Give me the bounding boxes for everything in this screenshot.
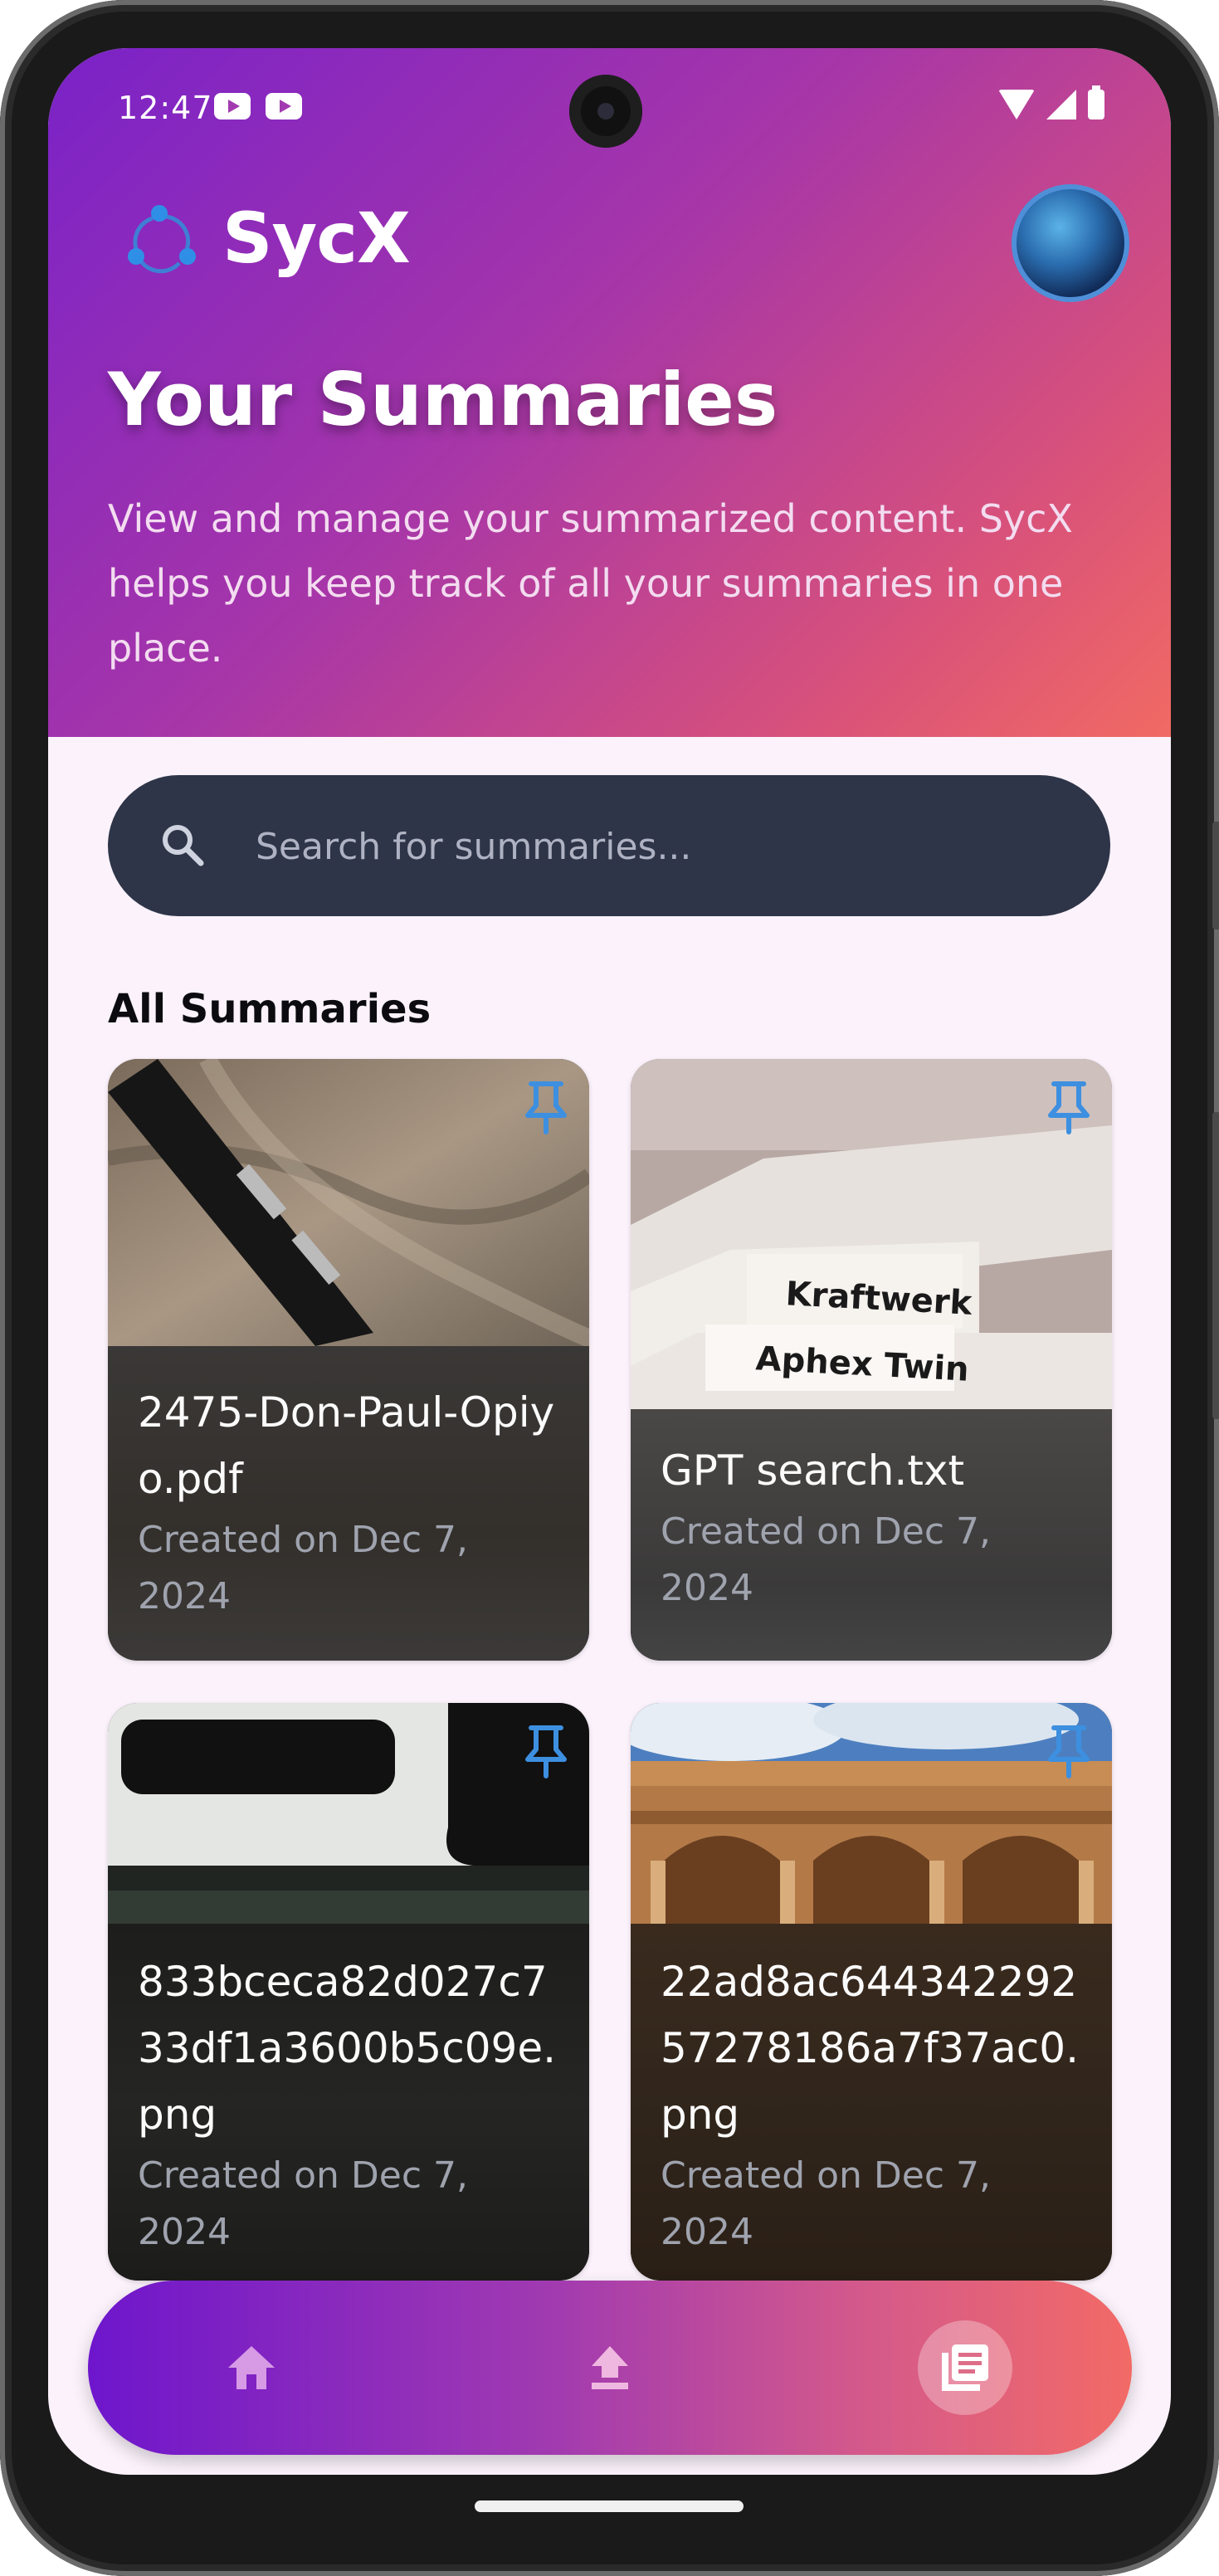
file-folders-image: Kraftwerk Aphex Twin [631, 1059, 1112, 1409]
wifi-icon [998, 90, 1035, 120]
summary-card[interactable]: Kraftwerk Aphex Twin GPT search.txt Crea… [631, 1059, 1112, 1661]
summary-card[interactable]: 2475-Don-Paul-Opiyo.pdf Created on Dec 7… [108, 1059, 589, 1661]
fountain-pen-image [108, 1059, 589, 1346]
pin-icon[interactable] [1047, 1725, 1090, 1779]
home-indicator[interactable] [475, 2500, 744, 2512]
home-icon [228, 2346, 275, 2389]
summary-date: Created on Dec 7, 2024 [138, 2154, 469, 2253]
page-description: View and manage your summarized content.… [108, 496, 1073, 671]
youtube-notification-icon [214, 93, 251, 120]
app-logo: SycX [121, 198, 411, 279]
upload-icon [592, 2346, 628, 2389]
pin-icon[interactable] [524, 1725, 568, 1779]
bottom-navigation [88, 2281, 1132, 2455]
summary-title: 2475-Don-Paul-Opiyo.pdf [138, 1388, 555, 1503]
volume-button [1212, 822, 1219, 929]
summaries-icon [942, 2344, 988, 2391]
search-icon [163, 825, 204, 866]
screen: 12:47 SycX Your Summaries View and manag… [48, 48, 1171, 2475]
youtube-notification-icon [266, 93, 302, 120]
summary-title: 833bceca82d027c733df1a3600b5c09e.png [138, 1958, 556, 2139]
app-name: SycX [222, 198, 411, 279]
front-camera [569, 75, 642, 148]
signal-icon [1046, 90, 1076, 120]
section-title: All Summaries [108, 986, 432, 1032]
summary-card[interactable]: 22ad8ac64434229257278186a7f37ac0.png Cre… [631, 1703, 1112, 2281]
summary-date: Created on Dec 7, 2024 [661, 2154, 992, 2253]
battery-icon [1088, 85, 1104, 120]
profile-avatar[interactable] [1012, 184, 1129, 302]
summary-card[interactable]: 833bceca82d027c733df1a3600b5c09e.png Cre… [108, 1703, 589, 2281]
header: 12:47 SycX Your Summaries View and manag… [48, 48, 1171, 737]
building-image [631, 1703, 1112, 1924]
car-window-image [108, 1703, 589, 1924]
summary-title: GPT search.txt [661, 1447, 965, 1495]
status-icons [998, 85, 1104, 120]
search-input[interactable] [254, 817, 1070, 876]
nav-home[interactable] [204, 2320, 299, 2415]
summary-date: Created on Dec 7, 2024 [138, 1519, 469, 1617]
nav-summaries[interactable] [918, 2320, 1012, 2415]
pin-icon[interactable] [524, 1081, 568, 1135]
page-title: Your Summaries [108, 357, 778, 442]
power-button [1212, 1112, 1219, 1419]
pin-icon[interactable] [1047, 1081, 1090, 1135]
summary-title: 22ad8ac64434229257278186a7f37ac0.png [661, 1958, 1080, 2139]
summary-date: Created on Dec 7, 2024 [661, 1510, 992, 1609]
share-nodes-icon [128, 205, 196, 274]
phone-frame: 12:47 SycX Your Summaries View and manag… [0, 0, 1219, 2576]
search-bar[interactable] [108, 775, 1110, 916]
nav-upload[interactable] [563, 2320, 657, 2415]
status-time: 12:47 [118, 90, 213, 126]
